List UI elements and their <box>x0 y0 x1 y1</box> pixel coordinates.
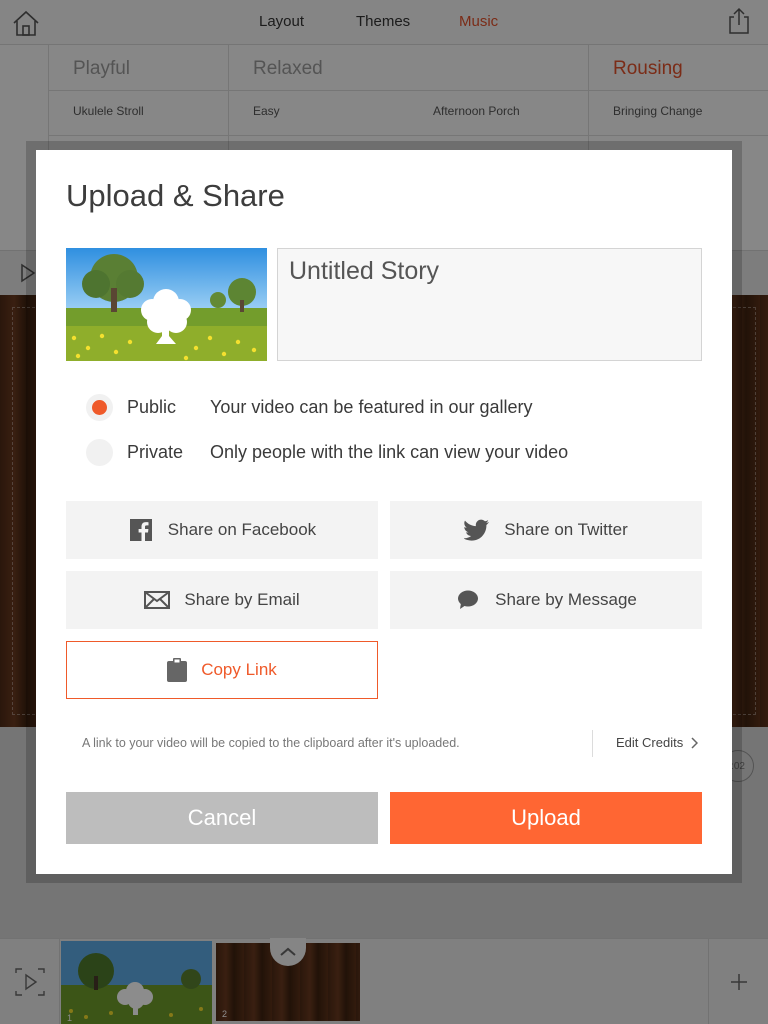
divider <box>592 730 593 757</box>
privacy-label-public: Public <box>127 397 177 417</box>
story-title-field[interactable]: Untitled Story <box>277 248 702 361</box>
share-twitter-button[interactable]: Share on Twitter <box>390 501 702 559</box>
privacy-label-private: Private <box>127 442 184 462</box>
radio-public[interactable] <box>86 394 113 421</box>
clipboard-notice: A link to your video will be copied to t… <box>82 736 460 750</box>
share-facebook-label: Share on Facebook <box>167 520 317 539</box>
chevron-right-icon <box>691 736 699 749</box>
share-email-button[interactable]: Share by Email <box>66 571 378 629</box>
facebook-icon <box>128 517 154 543</box>
upload-share-dialog: Upload & Share Untitled Story Public You… <box>36 150 732 874</box>
radio-private[interactable] <box>86 439 113 466</box>
privacy-description-private: Only people with the link can view your … <box>210 442 569 462</box>
copy-link-button[interactable]: Copy Link <box>66 641 378 699</box>
upload-button[interactable]: Upload <box>390 792 702 844</box>
privacy-option-public[interactable]: Public Your video can be featured in our… <box>86 393 646 423</box>
story-thumbnail <box>66 248 267 361</box>
copy-link-label: Copy Link <box>201 660 277 679</box>
email-icon <box>144 587 171 613</box>
share-message-label: Share by Message <box>495 590 637 609</box>
clipboard-icon <box>167 658 188 682</box>
edit-credits-label: Edit Credits <box>616 735 684 750</box>
twitter-icon <box>464 517 490 543</box>
privacy-description-public: Your video can be featured in our galler… <box>210 397 533 417</box>
edit-credits-link[interactable]: Edit Credits <box>616 735 699 750</box>
privacy-option-private[interactable]: Private Only people with the link can vi… <box>86 438 646 468</box>
share-facebook-button[interactable]: Share on Facebook <box>66 501 378 559</box>
message-icon <box>455 587 481 613</box>
share-email-label: Share by Email <box>184 590 300 609</box>
cancel-button[interactable]: Cancel <box>66 792 378 844</box>
share-message-button[interactable]: Share by Message <box>390 571 702 629</box>
dialog-title: Upload & Share <box>66 178 285 213</box>
meadow-tree-image <box>66 248 267 361</box>
share-twitter-label: Share on Twitter <box>504 520 628 539</box>
